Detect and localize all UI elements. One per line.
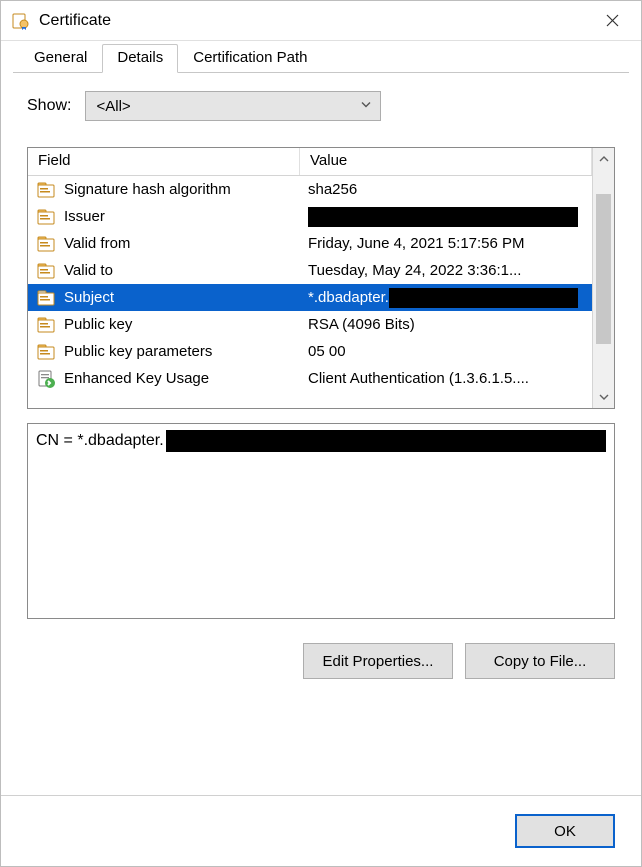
value-cell: 05 00 — [300, 343, 592, 360]
value-label: Friday, June 4, 2021 5:17:56 PM — [308, 235, 525, 252]
field-cell: Subject — [28, 288, 300, 308]
table-row[interactable]: Public key parameters 05 00 — [28, 338, 592, 365]
field-label: Signature hash algorithm — [64, 181, 231, 198]
field-label: Valid to — [64, 262, 113, 279]
tab-content-details: Show: <All> Field Value Signature hash a… — [1, 73, 641, 795]
field-label: Issuer — [64, 208, 105, 225]
table-row[interactable]: Valid to Tuesday, May 24, 2022 3:36:1... — [28, 257, 592, 284]
value-label: Client Authentication (1.3.6.1.5.... — [308, 370, 529, 387]
listview-header: Field Value — [28, 148, 592, 176]
scroll-track[interactable] — [593, 170, 614, 386]
field-cell: Signature hash algorithm — [28, 180, 300, 200]
value-label: *.dbadapter. — [308, 289, 389, 306]
value-cell: Client Authentication (1.3.6.1.5.... — [300, 370, 592, 387]
redacted-block — [166, 430, 606, 452]
field-label: Enhanced Key Usage — [64, 370, 209, 387]
certificate-dialog: Certificate General Details Certificatio… — [0, 0, 642, 867]
value-label: RSA (4096 Bits) — [308, 316, 415, 333]
tab-certification-path[interactable]: Certification Path — [178, 44, 322, 73]
scroll-down-icon[interactable] — [593, 386, 615, 408]
tabstrip: General Details Certification Path — [1, 41, 641, 73]
show-dropdown[interactable]: <All> — [85, 91, 381, 121]
field-cell: Valid to — [28, 261, 300, 281]
field-label: Valid from — [64, 235, 130, 252]
table-row[interactable]: Subject *.dbadapter. — [28, 284, 592, 311]
fields-listview[interactable]: Field Value Signature hash algorithm sha2… — [27, 147, 615, 409]
value-label: Tuesday, May 24, 2022 3:36:1... — [308, 262, 521, 279]
edit-properties-button[interactable]: Edit Properties... — [303, 643, 453, 679]
dialog-footer: OK — [1, 795, 641, 866]
table-row[interactable]: Public key RSA (4096 Bits) — [28, 311, 592, 338]
field-cell: Issuer — [28, 207, 300, 227]
value-cell: RSA (4096 Bits) — [300, 316, 592, 333]
value-label: 05 00 — [308, 343, 346, 360]
tab-general[interactable]: General — [19, 44, 102, 73]
redacted-block — [308, 207, 578, 227]
value-cell — [300, 207, 592, 227]
show-label: Show: — [27, 97, 71, 115]
scroll-thumb[interactable] — [596, 194, 611, 344]
certificate-icon — [11, 11, 31, 31]
copy-to-file-button[interactable]: Copy to File... — [465, 643, 615, 679]
value-label: sha256 — [308, 181, 357, 198]
close-icon — [606, 14, 619, 27]
redacted-block — [389, 288, 578, 308]
scroll-up-icon[interactable] — [593, 148, 615, 170]
value-cell: Friday, June 4, 2021 5:17:56 PM — [300, 235, 592, 252]
table-row[interactable]: Issuer — [28, 203, 592, 230]
field-cell: Public key — [28, 315, 300, 335]
field-label: Public key — [64, 316, 132, 333]
column-header-value[interactable]: Value — [300, 148, 592, 175]
tab-details[interactable]: Details — [102, 44, 178, 73]
field-label: Subject — [64, 289, 114, 306]
field-cell: Valid from — [28, 234, 300, 254]
value-cell: sha256 — [300, 181, 592, 198]
show-selected-value: <All> — [96, 98, 130, 115]
table-row[interactable]: Enhanced Key Usage Client Authentication … — [28, 365, 592, 392]
window-title: Certificate — [39, 12, 589, 30]
close-button[interactable] — [589, 1, 635, 41]
column-header-field[interactable]: Field — [28, 148, 300, 175]
field-detail-pane[interactable]: CN = *.dbadapter. — [27, 423, 615, 619]
vertical-scrollbar[interactable] — [592, 148, 614, 408]
field-label: Public key parameters — [64, 343, 212, 360]
ok-button[interactable]: OK — [515, 814, 615, 848]
table-row[interactable]: Valid from Friday, June 4, 2021 5:17:56 P… — [28, 230, 592, 257]
chevron-down-icon — [360, 98, 372, 115]
field-detail-text: CN = *.dbadapter. — [36, 432, 164, 450]
table-row[interactable]: Signature hash algorithm sha256 — [28, 176, 592, 203]
value-cell: *.dbadapter. — [300, 288, 592, 308]
value-cell: Tuesday, May 24, 2022 3:36:1... — [300, 262, 592, 279]
show-row: Show: <All> — [27, 91, 615, 121]
field-cell: Enhanced Key Usage — [28, 369, 300, 389]
titlebar: Certificate — [1, 1, 641, 41]
details-button-row: Edit Properties... Copy to File... — [27, 643, 615, 679]
field-cell: Public key parameters — [28, 342, 300, 362]
